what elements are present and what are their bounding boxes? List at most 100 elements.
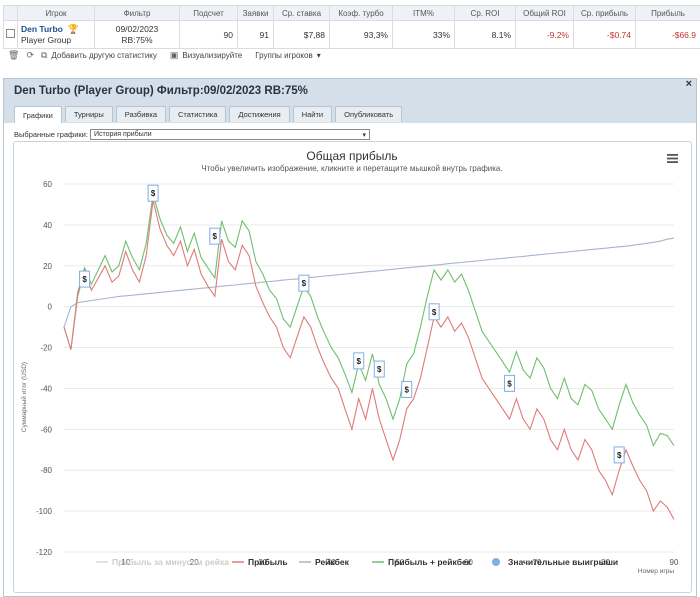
x-axis-label: Номер игры <box>638 568 674 575</box>
chart-title: Общая прибыль <box>306 149 397 163</box>
big-win-marker[interactable]: $ <box>428 303 440 321</box>
x-tick-label: 90 <box>670 558 679 567</box>
y-tick-label: -20 <box>40 344 52 353</box>
add-stats-button[interactable]: ⧉ Добавить другую статистику <box>41 50 157 61</box>
big-win-marker[interactable]: $ <box>613 446 625 464</box>
y-tick-label: -40 <box>40 384 52 393</box>
big-win-marker-label: $ <box>377 365 382 374</box>
filter-cell: 09/02/2023 RB:75% <box>94 20 180 49</box>
y-tick-label: 60 <box>43 180 52 189</box>
chart-selector: Выбранные графики: История прибыли ▾ <box>14 129 370 140</box>
stats-toolbar: 🗑 ⟳ ⧉ Добавить другую статистику ▣ Визуа… <box>8 49 327 62</box>
series-line-3 <box>63 194 675 448</box>
trash-icon[interactable]: 🗑 <box>8 50 19 61</box>
refresh-icon[interactable]: ⟳ <box>26 50 34 61</box>
menu-icon[interactable] <box>667 154 678 163</box>
turbo-coef-value: 93,3% <box>329 20 393 49</box>
trophy-icon: 🏆 <box>67 24 80 34</box>
legend-label: Прибыль за минусом рейка <box>112 557 229 567</box>
col-header-profit[interactable]: Прибыль <box>635 5 700 21</box>
player-groups-dropdown[interactable]: Группы игроков ▾ <box>255 51 320 60</box>
tab-find[interactable]: Найти <box>292 106 333 122</box>
legend-label: Рейкбек <box>315 557 350 567</box>
legend-label: Значительные выигрыши <box>508 557 618 567</box>
panel-tabs: Графики Турниры Разбивка Статистика Дост… <box>14 106 403 123</box>
stats-data-row: Den Turbo 🏆 Player Group 09/02/2023 RB:75… <box>3 20 700 49</box>
big-win-marker[interactable]: $ <box>147 184 159 202</box>
col-header-total-roi[interactable]: Общий ROI <box>515 5 574 21</box>
col-header-turbo-coef[interactable]: Коэф. турбо <box>329 5 393 21</box>
big-win-marker[interactable]: $ <box>373 360 385 378</box>
panel-header: Den Turbo (Player Group) Фильтр:09/02/20… <box>4 78 696 123</box>
big-win-marker-label: $ <box>507 379 512 388</box>
row-checkbox[interactable] <box>6 29 15 38</box>
big-win-marker[interactable]: $ <box>504 374 516 392</box>
col-header-select <box>3 5 18 21</box>
player-group-label: Player Group <box>21 35 72 45</box>
chevron-down-icon: ▾ <box>362 131 366 139</box>
big-win-marker-label: $ <box>213 232 218 241</box>
chart-container[interactable]: Общая прибыль Чтобы увеличить изображени… <box>13 141 692 593</box>
legend-marker <box>492 558 500 566</box>
chart-subtitle: Чтобы увеличить изображение, кликните и … <box>201 164 502 173</box>
legend-item-3[interactable]: Прибыль + рейкбек <box>372 557 472 567</box>
big-win-marker-label: $ <box>302 279 307 288</box>
player-name-link[interactable]: Den Turbo <box>21 24 63 34</box>
legend-item-1[interactable]: Прибыль <box>232 557 288 567</box>
filter-date: 09/02/2023 <box>115 23 159 34</box>
tab-statistics[interactable]: Статистика <box>169 106 227 122</box>
y-tick-label: 20 <box>43 262 52 271</box>
stats-table: Игрок Фильтр Подсчет Заявки Ср. ставка К… <box>3 5 700 49</box>
chevron-down-icon: ▾ <box>316 51 321 60</box>
col-header-entries[interactable]: Заявки <box>237 5 274 21</box>
col-header-player[interactable]: Игрок <box>17 5 95 21</box>
tab-achievements[interactable]: Достижения <box>229 106 290 122</box>
add-stats-label: Добавить другую статистику <box>51 51 157 60</box>
player-groups-label: Группы игроков <box>255 51 313 60</box>
big-win-marker-label: $ <box>356 357 361 366</box>
tab-charts[interactable]: Графики <box>14 106 62 123</box>
col-header-avg-stake[interactable]: Ср. ставка <box>273 5 330 21</box>
image-icon: ▣ <box>169 50 179 60</box>
itm-value: 33% <box>392 20 455 49</box>
col-header-avg-profit[interactable]: Ср. прибыль <box>573 5 636 21</box>
player-cell: Den Turbo 🏆 Player Group <box>17 20 95 49</box>
stats-header-row: Игрок Фильтр Подсчет Заявки Ср. ставка К… <box>3 5 700 21</box>
chart-select-dropdown[interactable]: История прибыли ▾ <box>89 129 370 140</box>
legend-label: Прибыль + рейкбек <box>388 557 472 567</box>
legend-label: Прибыль <box>248 557 288 567</box>
total-roi-value: -9.2% <box>515 20 574 49</box>
avg-roi-value: 8.1% <box>454 20 516 49</box>
big-win-marker-label: $ <box>432 308 437 317</box>
col-header-filter[interactable]: Фильтр <box>94 5 180 21</box>
col-header-count[interactable]: Подсчет <box>179 5 238 21</box>
tab-breakdown[interactable]: Разбивка <box>115 106 167 122</box>
series-line-2 <box>63 237 675 328</box>
chart-select-value: История прибыли <box>93 131 152 138</box>
col-header-avg-roi[interactable]: Ср. ROI <box>454 5 516 21</box>
big-win-marker-label: $ <box>82 275 87 284</box>
tab-tournaments[interactable]: Турниры <box>64 106 113 122</box>
tab-publish[interactable]: Опубликовать <box>335 106 403 122</box>
legend-item-4[interactable]: Значительные выигрыши <box>492 557 618 567</box>
col-header-itm[interactable]: ITM% <box>392 5 455 21</box>
player-panel: Den Turbo (Player Group) Фильтр:09/02/20… <box>3 78 697 597</box>
add-stats-icon: ⧉ <box>40 50 48 60</box>
big-win-marker[interactable]: $ <box>353 352 365 370</box>
big-win-marker[interactable]: $ <box>401 380 413 398</box>
count-value: 90 <box>179 20 238 49</box>
row-select-cell <box>3 20 18 49</box>
avg-stake-value: $7,88 <box>273 20 330 49</box>
big-win-marker-label: $ <box>151 189 156 198</box>
y-tick-label: -100 <box>36 507 53 516</box>
big-win-marker[interactable]: $ <box>79 270 91 288</box>
big-win-marker[interactable]: $ <box>298 274 310 292</box>
profit-chart[interactable]: Общая прибыль Чтобы увеличить изображени… <box>14 142 691 592</box>
legend-item-0[interactable]: Прибыль за минусом рейка <box>96 557 229 567</box>
close-icon[interactable]: × <box>686 78 692 90</box>
legend-item-2[interactable]: Рейкбек <box>299 557 350 567</box>
big-win-marker[interactable]: $ <box>209 227 221 245</box>
visualize-button[interactable]: ▣ Визуализируйте <box>170 50 242 61</box>
y-tick-label: -80 <box>40 466 52 475</box>
y-tick-label: 0 <box>48 303 53 312</box>
